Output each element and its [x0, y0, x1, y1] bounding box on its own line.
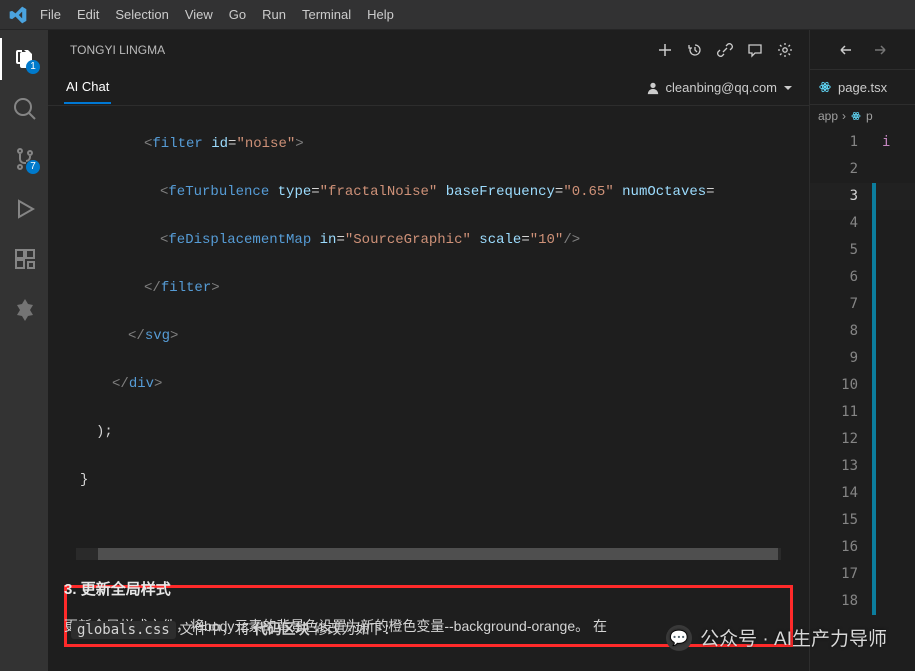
debug-icon	[13, 197, 37, 221]
breadcrumb[interactable]: app › p	[810, 105, 915, 127]
gutter-line[interactable]: 8	[810, 318, 915, 345]
nav-back-button[interactable]	[838, 42, 854, 58]
vscode-logo-icon	[4, 1, 32, 29]
gutter-line[interactable]: 4	[810, 210, 915, 237]
activity-explorer[interactable]: 1	[0, 38, 48, 80]
editor-nav	[810, 30, 915, 70]
panel-tabbar: AI Chat cleanbing@qq.com	[48, 70, 809, 106]
activity-search[interactable]	[0, 88, 48, 130]
react-icon	[850, 110, 862, 122]
chat-body: <filter id="noise"> <feTurbulence type="…	[48, 106, 809, 671]
main-layout: 1 7 TONGYI LINGMA	[0, 30, 915, 671]
code-block-svg: <filter id="noise"> <feTurbulence type="…	[64, 106, 793, 544]
menubar: File Edit Selection View Go Run Terminal…	[0, 0, 915, 30]
gutter-line[interactable]: 9	[810, 345, 915, 372]
user-icon	[646, 81, 660, 95]
code-horizontal-scrollbar[interactable]	[76, 548, 781, 560]
menu-run[interactable]: Run	[254, 3, 294, 26]
panel-title-text: TONGYI LINGMA	[70, 43, 165, 57]
panel-titlebar: TONGYI LINGMA	[48, 30, 809, 70]
gutter-line[interactable]: 17	[810, 561, 915, 588]
gutter-line[interactable]: 1i	[810, 129, 915, 156]
react-icon	[818, 80, 832, 94]
arrow-right-icon	[872, 42, 888, 58]
feedback-button[interactable]	[747, 42, 763, 58]
gutter-line[interactable]: 14	[810, 480, 915, 507]
user-account-dropdown[interactable]: cleanbing@qq.com	[646, 80, 793, 95]
editor-strip: page.tsx app › p 1i234567891011121314151…	[810, 30, 915, 671]
arrow-left-icon	[838, 42, 854, 58]
search-icon	[13, 97, 37, 121]
menu-help[interactable]: Help	[359, 3, 402, 26]
plus-icon	[657, 42, 673, 58]
gutter-line[interactable]: 7	[810, 291, 915, 318]
settings-button[interactable]	[777, 42, 793, 58]
gutter-line[interactable]: 16	[810, 534, 915, 561]
extensions-icon	[13, 247, 37, 271]
menu-file[interactable]: File	[32, 3, 69, 26]
scm-badge: 7	[26, 160, 40, 174]
comment-icon	[747, 42, 763, 58]
scrollbar-thumb[interactable]	[98, 548, 778, 560]
explorer-badge: 1	[26, 60, 40, 74]
gutter-line[interactable]: 10	[810, 372, 915, 399]
gutter-line[interactable]: 12	[810, 426, 915, 453]
link-button[interactable]	[717, 42, 733, 58]
history-icon	[687, 42, 703, 58]
activity-debug[interactable]	[0, 188, 48, 230]
activity-extensions[interactable]	[0, 238, 48, 280]
activity-bar: 1 7	[0, 30, 48, 671]
gutter-line[interactable]: 15	[810, 507, 915, 534]
gutter-line[interactable]: 5	[810, 237, 915, 264]
menu-selection[interactable]: Selection	[107, 3, 176, 26]
ai-chat-panel: TONGYI LINGMA AI Chat cleanbing@qq.com <…	[48, 30, 810, 671]
gutter-line[interactable]: 2	[810, 156, 915, 183]
chevron-down-icon	[783, 83, 793, 93]
gutter-line[interactable]: 18	[810, 588, 915, 615]
editor-tab-page-tsx[interactable]: page.tsx	[810, 70, 915, 105]
new-chat-button[interactable]	[657, 42, 673, 58]
editor-tab-label: page.tsx	[838, 80, 887, 95]
gutter-line[interactable]: 6	[810, 264, 915, 291]
line-number-gutter: 1i23456789101112131415161718	[810, 127, 915, 671]
tab-ai-chat[interactable]: AI Chat	[64, 71, 111, 104]
file-name-chip: globals.css	[71, 621, 176, 639]
gutter-line[interactable]: 13	[810, 453, 915, 480]
panel-actions	[657, 42, 793, 58]
menu-edit[interactable]: Edit	[69, 3, 107, 26]
link-icon	[717, 42, 733, 58]
ai-icon	[13, 297, 37, 321]
menu-terminal[interactable]: Terminal	[294, 3, 359, 26]
menu-go[interactable]: Go	[221, 3, 254, 26]
menu-view[interactable]: View	[177, 3, 221, 26]
highlight-box: globals.css 文件中，将 代码区块 修改为如下：	[64, 585, 793, 647]
activity-scm[interactable]: 7	[0, 138, 48, 180]
activity-tongyi[interactable]	[0, 288, 48, 330]
gutter-line[interactable]: 3	[810, 183, 915, 210]
nav-forward-button[interactable]	[872, 42, 888, 58]
history-button[interactable]	[687, 42, 703, 58]
gutter-line[interactable]: 11	[810, 399, 915, 426]
gear-icon	[777, 42, 793, 58]
user-email: cleanbing@qq.com	[666, 80, 777, 95]
